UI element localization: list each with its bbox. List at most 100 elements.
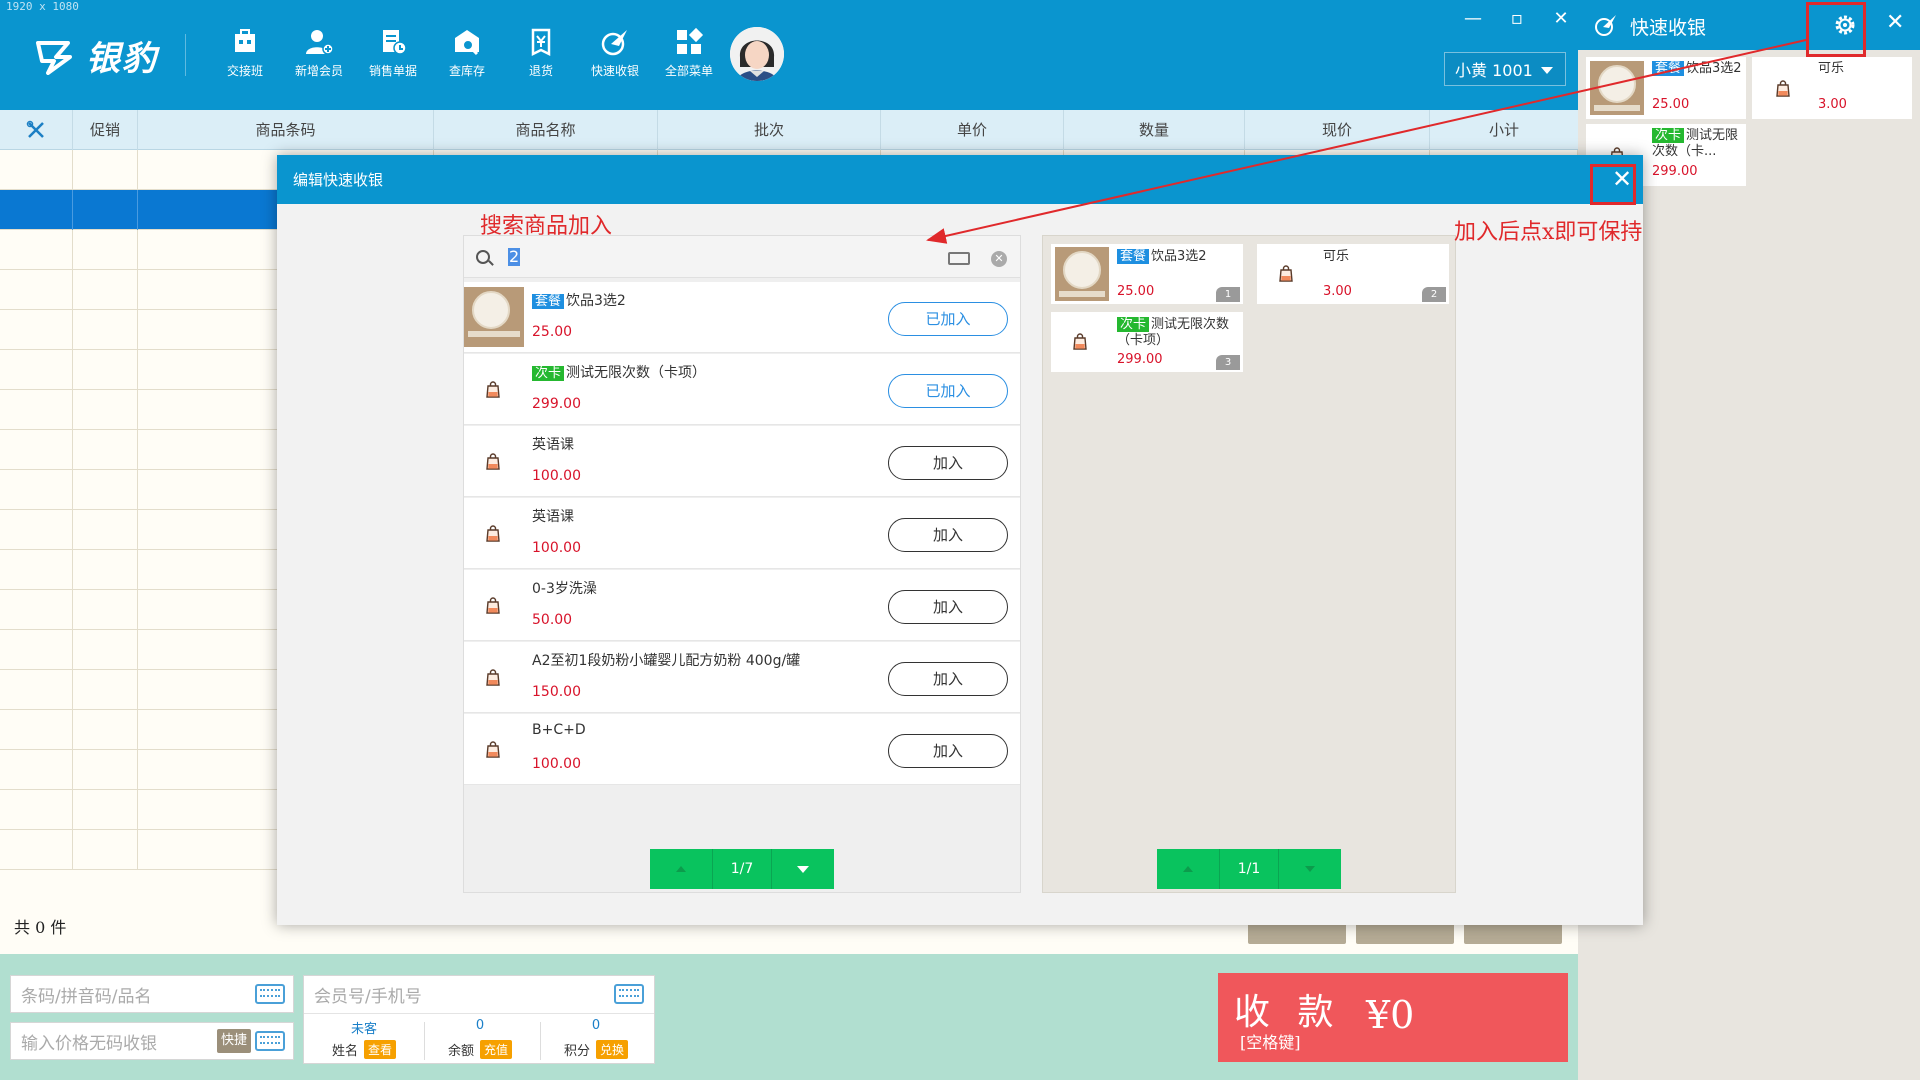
table-cell bbox=[0, 270, 73, 310]
member-balance-cell: 0 余额 充值 bbox=[424, 1018, 536, 1062]
close-highlight-box bbox=[1590, 164, 1636, 205]
chevron-down-icon bbox=[797, 865, 809, 873]
toolbar-shift-button[interactable]: 交接班 bbox=[208, 26, 282, 86]
toolbar-stock-button[interactable]: 查库存 bbox=[430, 26, 504, 86]
plate-image bbox=[472, 291, 510, 329]
table-cell bbox=[73, 350, 138, 390]
close-hint-annotation: 加入后点x即可保持 bbox=[1454, 220, 1643, 245]
toolbar-all-menu-button[interactable]: 全部菜单 bbox=[652, 26, 726, 86]
keyboard-icon[interactable] bbox=[255, 984, 285, 1004]
quick-item[interactable]: 可乐 3.00 bbox=[1752, 57, 1912, 119]
add-product-button[interactable]: 加入 bbox=[888, 662, 1008, 696]
product-name: A2至初1段奶粉小罐婴儿配方奶粉 400g/罐 bbox=[532, 650, 800, 670]
selected-item[interactable]: 可乐 3.00 2 bbox=[1257, 244, 1449, 304]
toolbar-add-member-button[interactable]: 新增会员 bbox=[282, 26, 356, 86]
keyboard-icon[interactable] bbox=[948, 252, 970, 265]
selected-item[interactable]: 套餐 饮品3选2 25.00 1 bbox=[1051, 244, 1243, 304]
toolbar-quick-cash-button[interactable]: 快速收银 bbox=[578, 26, 652, 86]
quick-item-name-text: 可乐 bbox=[1818, 61, 1845, 76]
selected-item[interactable]: 次卡 测试无限次数（卡项） 299.00 3 bbox=[1051, 312, 1243, 372]
selected-item-name-text: 饮品3选2 bbox=[1151, 249, 1207, 264]
member-name-cell: 未客 姓名 查看 bbox=[308, 1018, 420, 1062]
search-bar[interactable]: 2 ✕ bbox=[464, 236, 1020, 278]
bag-icon bbox=[486, 453, 500, 470]
barcode-placeholder: 条码/拼音码/品名 bbox=[21, 986, 152, 1007]
member-name-label: 姓名 bbox=[331, 1044, 358, 1059]
return-icon bbox=[531, 28, 551, 57]
member-input[interactable]: 会员号/手机号 bbox=[304, 976, 654, 1014]
product-name-text: 英语课 bbox=[532, 509, 574, 525]
search-input[interactable]: 2 bbox=[508, 248, 521, 266]
page-down-button[interactable] bbox=[1279, 849, 1341, 889]
pay-button[interactable]: 收 款 [空格键] ¥0 bbox=[1218, 973, 1568, 1062]
redeem-button[interactable]: 兑换 bbox=[596, 1040, 629, 1059]
view-member-button[interactable]: 查看 bbox=[364, 1040, 397, 1059]
page-down-button[interactable] bbox=[772, 849, 834, 889]
recharge-button[interactable]: 充值 bbox=[480, 1040, 513, 1059]
list-item: 次卡 测试无限次数（卡项） 299.00 已加入 bbox=[464, 354, 1020, 425]
toolbar-label: 交接班 bbox=[226, 64, 263, 78]
restore-button[interactable]: ▫ bbox=[1499, 4, 1535, 32]
clear-icon[interactable]: ✕ bbox=[991, 251, 1007, 267]
barcode-input[interactable]: 条码/拼音码/品名 bbox=[10, 975, 294, 1013]
add-product-button[interactable]: 加入 bbox=[888, 446, 1008, 480]
table-cell bbox=[73, 710, 138, 750]
close-icon[interactable]: ✕ bbox=[1886, 10, 1904, 35]
list-item: A2至初1段奶粉小罐婴儿配方奶粉 400g/罐 150.00 加入 bbox=[464, 642, 1020, 713]
logo-divider bbox=[185, 34, 186, 76]
close-window-button[interactable]: ✕ bbox=[1543, 4, 1578, 32]
price-input[interactable]: 输入价格无码收银 快捷 bbox=[10, 1022, 294, 1060]
user-avatar[interactable] bbox=[730, 27, 784, 81]
toolbar-return-button[interactable]: 退货 bbox=[504, 26, 578, 86]
quick-item[interactable]: 套餐 饮品3选2 25.00 bbox=[1586, 57, 1746, 119]
table-cell bbox=[73, 150, 138, 190]
product-price: 150.00 bbox=[532, 684, 581, 700]
toolbar-label: 查库存 bbox=[448, 64, 485, 78]
keyboard-icon[interactable] bbox=[255, 1031, 285, 1051]
column-settings[interactable] bbox=[0, 110, 73, 150]
product-price: 100.00 bbox=[532, 468, 581, 484]
member-name-value: 未客 bbox=[350, 1022, 377, 1037]
table-cell bbox=[0, 710, 73, 750]
toolbar-sales-doc-button[interactable]: 销售单据 bbox=[356, 26, 430, 86]
selected-item-price: 3.00 bbox=[1323, 284, 1352, 299]
user-select[interactable]: 小黄 1001 bbox=[1444, 52, 1566, 86]
bag-icon bbox=[1073, 333, 1087, 350]
table-cell bbox=[0, 790, 73, 830]
pay-amount: ¥0 bbox=[1366, 993, 1415, 1037]
add-product-button[interactable]: 加入 bbox=[888, 590, 1008, 624]
table-cell bbox=[0, 430, 73, 470]
shortcut-button[interactable]: 快捷 bbox=[217, 1029, 251, 1053]
add-member-icon bbox=[306, 30, 334, 55]
minimize-button[interactable]: — bbox=[1455, 4, 1491, 32]
product-price: 100.00 bbox=[532, 756, 581, 772]
add-product-button[interactable]: 已加入 bbox=[888, 374, 1008, 408]
table-cell bbox=[0, 550, 73, 590]
dialog-header: 编辑快速收银 ✕ bbox=[277, 155, 1643, 204]
product-thumbnail bbox=[1055, 247, 1109, 301]
quick-item-name: 次卡 测试无限次数（卡... bbox=[1652, 128, 1742, 160]
member-panel: 会员号/手机号 未客 姓名 查看 0 余额 充值 0 积分 兑换 bbox=[303, 975, 655, 1064]
table-cell bbox=[0, 750, 73, 790]
keyboard-icon[interactable] bbox=[614, 984, 644, 1004]
page-indicator: 1/1 bbox=[1219, 849, 1279, 889]
table-cell bbox=[0, 510, 73, 550]
bag-icon bbox=[486, 741, 500, 758]
window-controls: — ▫ ✕ bbox=[1455, 4, 1578, 32]
bag-icon bbox=[486, 669, 500, 686]
add-product-button[interactable]: 已加入 bbox=[888, 302, 1008, 336]
member-balance-label: 余额 bbox=[447, 1044, 474, 1059]
page-up-button[interactable] bbox=[1157, 849, 1219, 889]
menu-grid-icon bbox=[677, 27, 704, 54]
add-product-button[interactable]: 加入 bbox=[888, 518, 1008, 552]
selected-item-index: 3 bbox=[1216, 355, 1240, 370]
member-points-cell: 0 积分 兑换 bbox=[540, 1018, 652, 1062]
page-up-button[interactable] bbox=[650, 849, 712, 889]
product-thumbnail bbox=[1590, 61, 1644, 115]
quick-item-name: 可乐 bbox=[1818, 61, 1908, 77]
pay-hotkey: [空格键] bbox=[1240, 1033, 1301, 1052]
add-product-button[interactable]: 加入 bbox=[888, 734, 1008, 768]
toolbar-label: 全部菜单 bbox=[664, 64, 713, 78]
table-cell bbox=[0, 830, 73, 870]
table-cell bbox=[0, 470, 73, 510]
